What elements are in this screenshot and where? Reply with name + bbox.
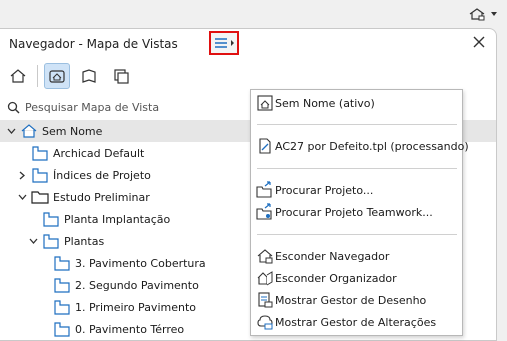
folder-view-icon (53, 321, 71, 337)
search-input[interactable] (25, 100, 245, 114)
folder-view-icon (42, 233, 60, 249)
hamburger-icon (214, 38, 227, 48)
navigator-options-menu: Sem Nome (ativo) AC27 por Defeito.tpl (pr… (250, 89, 469, 336)
tree-row[interactable]: Estudo Preliminar (0, 186, 250, 208)
menu-item[interactable]: Mostrar Gestor de Desenho (251, 290, 462, 310)
view-tree: Sem Nome Archicad Default Índices de Proje… (0, 120, 496, 340)
tree-row[interactable]: Planta Implantação (0, 208, 250, 230)
menu-separator (257, 168, 457, 169)
menu-item[interactable]: AC27 por Defeito.tpl (processando) (251, 136, 469, 156)
folder-view-icon (42, 211, 60, 227)
tree-row[interactable]: Índices de Projeto (0, 164, 250, 186)
navigator-tabs (5, 63, 134, 93)
top-toolbar (0, 0, 507, 28)
tree-row-label: 2. Segundo Pavimento (75, 278, 199, 292)
change-manager-icon (256, 313, 274, 331)
project-icon (20, 123, 38, 139)
view-map-icon (49, 70, 65, 83)
hide-organizer-icon (256, 269, 274, 287)
chevron-right-icon (230, 40, 234, 46)
menu-item[interactable]: Esconder Navegador (251, 246, 462, 266)
tree-row-label: 3. Pavimento Cobertura (75, 256, 206, 270)
publisher-sets-icon (114, 69, 129, 84)
folder-icon (31, 189, 49, 205)
tree-row[interactable]: Plantas (0, 230, 250, 252)
chevron-down-icon[interactable] (28, 236, 38, 246)
chevron-down-icon (491, 12, 497, 16)
browse-project-icon (256, 181, 274, 199)
search-icon (7, 101, 20, 113)
search-bar[interactable] (5, 97, 265, 117)
menu-item-label: Procurar Projeto Teamwork... (275, 205, 433, 219)
tree-row-label: Índices de Projeto (53, 168, 151, 182)
tree-row-label: 0. Pavimento Térreo (75, 322, 185, 336)
tab-layout-book[interactable] (76, 63, 102, 89)
panel-title: Navegador - Mapa de Vistas (9, 37, 178, 51)
tab-view-map[interactable] (44, 63, 70, 89)
navigator-menu-toggle[interactable] (462, 4, 504, 24)
tree-row[interactable]: 2. Segundo Pavimento (0, 274, 250, 296)
navigator-panel: Navegador - Mapa de Vistas Pesquisar Map… (0, 28, 497, 341)
tree-row-label: Sem Nome (42, 124, 103, 138)
tab-publisher-sets[interactable] (108, 63, 134, 89)
tree-row[interactable]: 1. Primeiro Pavimento (0, 296, 250, 318)
tree-row[interactable]: Archicad Default (0, 142, 250, 164)
tree-row-label: 1. Primeiro Pavimento (75, 300, 196, 314)
tree-row[interactable]: 0. Pavimento Térreo (0, 318, 250, 340)
menu-separator (257, 234, 457, 235)
menu-item-label: Sem Nome (ativo) (275, 96, 375, 110)
close-icon[interactable] (472, 35, 486, 49)
chevron-down-icon[interactable] (6, 126, 16, 136)
menu-item[interactable]: Sem Nome (ativo) (251, 93, 462, 113)
browse-teamwork-icon (256, 203, 274, 221)
menu-item-label: AC27 por Defeito.tpl (processando) (275, 139, 469, 153)
tree-row[interactable]: 3. Pavimento Cobertura (0, 252, 250, 274)
project-map-icon (10, 69, 26, 83)
tab-divider (37, 65, 38, 87)
menu-item[interactable]: Procurar Projeto... (251, 180, 462, 200)
template-icon (256, 137, 274, 155)
project-active-icon (256, 94, 274, 112)
folder-view-icon (53, 277, 71, 293)
menu-item-label: Mostrar Gestor de Desenho (275, 293, 427, 307)
menu-item-label: Procurar Projeto... (275, 183, 374, 197)
menu-item-label: Mostrar Gestor de Alterações (275, 315, 437, 329)
chevron-down-icon[interactable] (17, 192, 27, 202)
tab-project-map[interactable] (5, 63, 31, 89)
menu-separator (257, 124, 457, 125)
drawing-manager-icon (256, 291, 274, 309)
menu-item[interactable]: Esconder Organizador (251, 268, 462, 288)
folder-view-icon (53, 255, 71, 271)
folder-view-icon (31, 145, 49, 161)
chevron-right-icon[interactable] (17, 170, 27, 180)
folder-view-icon (31, 167, 49, 183)
hide-navigator-icon (256, 247, 274, 265)
tree-row-label: Estudo Preliminar (53, 190, 150, 204)
menu-item[interactable]: Procurar Projeto Teamwork... (251, 202, 462, 222)
tree-row-label: Plantas (64, 234, 105, 248)
menu-item-label: Esconder Organizador (275, 271, 397, 285)
tree-row-label: Archicad Default (53, 146, 145, 160)
home-icon (469, 8, 485, 21)
layout-book-icon (82, 69, 96, 83)
folder-view-icon (53, 299, 71, 315)
options-menu-button[interactable] (209, 31, 239, 55)
menu-item-label: Esconder Navegador (275, 249, 390, 263)
tree-row-label: Planta Implantação (64, 212, 171, 226)
menu-item[interactable]: Mostrar Gestor de Alterações (251, 312, 462, 332)
